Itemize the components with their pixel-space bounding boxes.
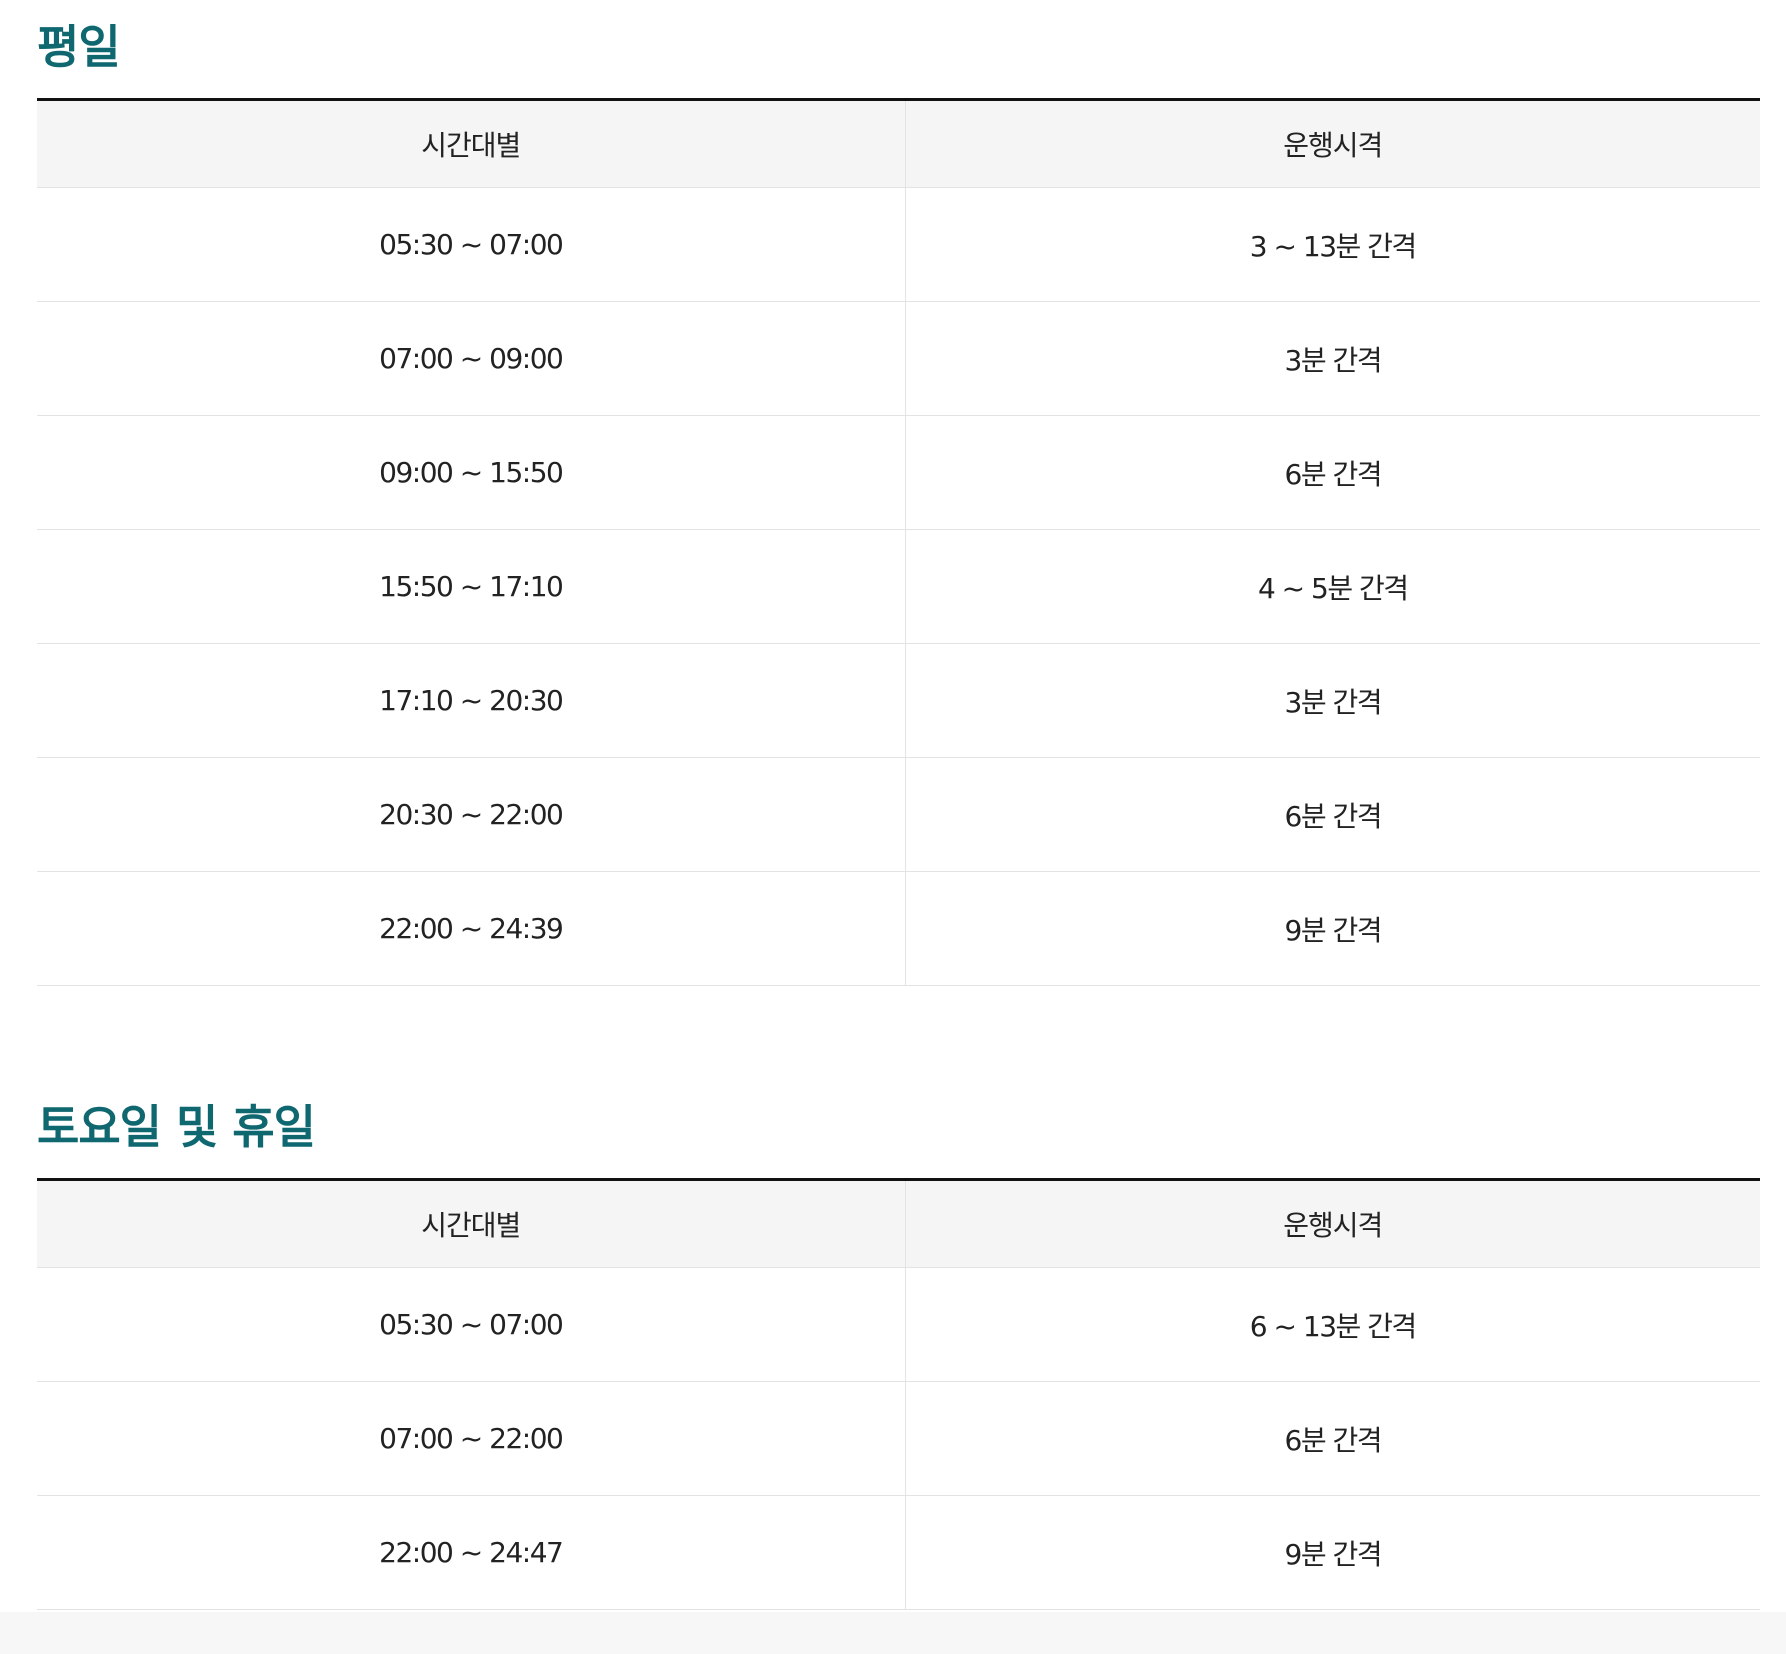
interval-cell: 6분 간격	[905, 1381, 1760, 1496]
interval-cell: 3분 간격	[905, 301, 1760, 416]
weekday-section: 평일 시간대별 운행시격 05:30 ~ 07:00 3 ~ 13분 간격 07…	[37, 12, 1760, 986]
time-range-cell: 22:00 ~ 24:39	[37, 871, 906, 986]
interval-cell: 6 ~ 13분 간격	[905, 1267, 1760, 1382]
table-header-row: 시간대별 운행시격	[37, 99, 1760, 188]
time-range-cell: 22:00 ~ 24:47	[37, 1495, 906, 1610]
time-range-cell: 07:00 ~ 09:00	[37, 301, 906, 416]
time-range-cell: 15:50 ~ 17:10	[37, 529, 906, 644]
table-row: 09:00 ~ 15:50 6분 간격	[37, 415, 1760, 530]
table-row: 15:50 ~ 17:10 4 ~ 5분 간격	[37, 529, 1760, 644]
page: 평일 시간대별 운행시격 05:30 ~ 07:00 3 ~ 13분 간격 07…	[0, 0, 1786, 1654]
interval-cell: 9분 간격	[905, 871, 1760, 986]
column-header-interval: 운행시격	[905, 99, 1760, 188]
page-bottom-background	[0, 1612, 1786, 1654]
column-header-time: 시간대별	[37, 1179, 906, 1268]
column-header-interval: 운행시격	[905, 1179, 1760, 1268]
table-row: 05:30 ~ 07:00 3 ~ 13분 간격	[37, 187, 1760, 302]
time-range-cell: 17:10 ~ 20:30	[37, 643, 906, 758]
weekend-schedule-table: 시간대별 운행시격 05:30 ~ 07:00 6 ~ 13분 간격 07:00…	[37, 1178, 1760, 1610]
table-header-row: 시간대별 운행시격	[37, 1179, 1760, 1268]
time-range-cell: 05:30 ~ 07:00	[37, 187, 906, 302]
time-range-cell: 07:00 ~ 22:00	[37, 1381, 906, 1496]
table-row: 20:30 ~ 22:00 6분 간격	[37, 757, 1760, 872]
column-header-time: 시간대별	[37, 99, 906, 188]
weekday-schedule-table: 시간대별 운행시격 05:30 ~ 07:00 3 ~ 13분 간격 07:00…	[37, 98, 1760, 986]
table-row: 07:00 ~ 09:00 3분 간격	[37, 301, 1760, 416]
weekend-section: 토요일 및 휴일 시간대별 운행시격 05:30 ~ 07:00 6 ~ 13분…	[37, 1092, 1760, 1610]
interval-cell: 3분 간격	[905, 643, 1760, 758]
interval-cell: 3 ~ 13분 간격	[905, 187, 1760, 302]
table-row: 05:30 ~ 07:00 6 ~ 13분 간격	[37, 1267, 1760, 1382]
table-row: 17:10 ~ 20:30 3분 간격	[37, 643, 1760, 758]
time-range-cell: 05:30 ~ 07:00	[37, 1267, 906, 1382]
time-range-cell: 09:00 ~ 15:50	[37, 415, 906, 530]
weekend-title: 토요일 및 휴일	[37, 1100, 316, 1154]
interval-cell: 6분 간격	[905, 415, 1760, 530]
interval-cell: 9분 간격	[905, 1495, 1760, 1610]
interval-cell: 6분 간격	[905, 757, 1760, 872]
table-row: 07:00 ~ 22:00 6분 간격	[37, 1381, 1760, 1496]
table-row: 22:00 ~ 24:39 9분 간격	[37, 871, 1760, 986]
time-range-cell: 20:30 ~ 22:00	[37, 757, 906, 872]
weekday-title: 평일	[37, 20, 121, 74]
interval-cell: 4 ~ 5분 간격	[905, 529, 1760, 644]
table-row: 22:00 ~ 24:47 9분 간격	[37, 1495, 1760, 1610]
